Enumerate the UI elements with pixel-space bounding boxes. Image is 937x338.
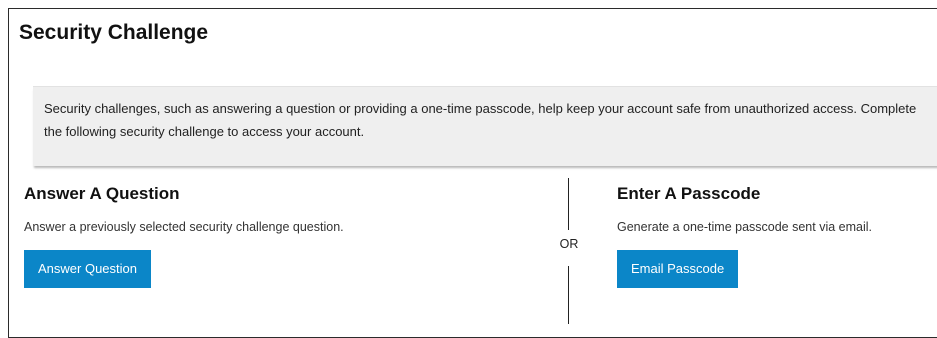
- security-challenge-panel: Security Challenge Security challenges, …: [8, 8, 937, 338]
- info-notice: Security challenges, such as answering a…: [33, 86, 937, 166]
- enter-passcode-description: Generate a one-time passcode sent via em…: [617, 220, 872, 234]
- enter-passcode-option: Enter A Passcode Generate a one-time pas…: [617, 183, 937, 288]
- notice-text: Security challenges, such as answering a…: [44, 101, 917, 139]
- answer-question-description: Answer a previously selected security ch…: [24, 220, 344, 234]
- enter-passcode-heading: Enter A Passcode: [617, 184, 761, 203]
- answer-question-button[interactable]: Answer Question: [24, 250, 151, 288]
- option-divider-bottom: [568, 266, 569, 324]
- page-title: Security Challenge: [19, 21, 209, 44]
- email-passcode-button[interactable]: Email Passcode: [617, 250, 739, 288]
- answer-question-option: Answer A Question Answer a previously se…: [24, 183, 544, 288]
- answer-question-heading: Answer A Question: [24, 184, 180, 203]
- option-divider-top: [568, 178, 569, 230]
- or-separator-label: OR: [559, 237, 579, 251]
